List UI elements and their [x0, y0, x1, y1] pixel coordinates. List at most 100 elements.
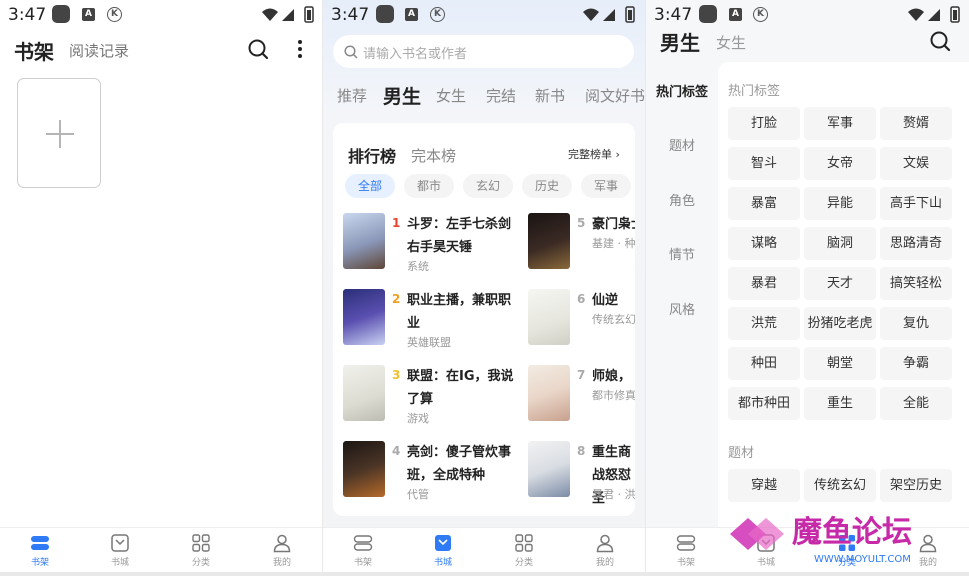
rank-book-item[interactable]: 8 重生商战怒怼圣 暴君 · 洪 — [528, 441, 635, 506]
tab-mine[interactable]: 我的 — [585, 533, 625, 568]
rank-book-item[interactable]: 4 亮剑：傻子管炊事班，全成特种 代管 — [343, 441, 511, 505]
bottom-tab-bar: 书架 书城 分类 我的 — [0, 527, 322, 572]
tag-chip[interactable]: 暴君 — [728, 267, 800, 300]
rank-book-item[interactable]: 2 职业主播，兼职职业 英雄联盟 — [343, 289, 511, 353]
book-title: 师娘， — [592, 369, 632, 384]
reading-history-link[interactable]: 阅读记录 — [69, 40, 129, 61]
filter-chip[interactable]: 玄幻 — [463, 174, 514, 198]
more-options-icon[interactable] — [296, 39, 304, 59]
search-icon[interactable] — [247, 38, 269, 60]
finished-ranking-tab[interactable]: 完本榜 — [411, 145, 456, 166]
rank-book-item[interactable]: 6 仙逆 传统玄幻 — [528, 289, 635, 353]
tab-male[interactable]: 男生 — [383, 82, 421, 109]
tag-chip[interactable]: 女帝 — [804, 147, 876, 180]
tag-chip[interactable]: 思路清奇 — [880, 227, 952, 260]
tag-chip[interactable]: 重生 — [804, 387, 876, 420]
tag-chip[interactable]: 谋略 — [728, 227, 800, 260]
tab-recommend[interactable]: 推荐 — [337, 85, 367, 106]
tag-chip[interactable]: 复仇 — [880, 307, 952, 340]
tag-chip[interactable]: 异能 — [804, 187, 876, 220]
tab-finished[interactable]: 完结 — [486, 85, 516, 106]
tag-chip[interactable]: 朝堂 — [804, 347, 876, 380]
tag-chip[interactable]: 穿越 — [728, 469, 800, 502]
watermark-logo: 魔鱼论坛 WWW.MOYULT.COM — [730, 515, 912, 565]
status-time: 3:47 — [8, 5, 47, 25]
system-icons — [908, 6, 960, 23]
rank-book-item[interactable]: 1 斗罗：左手七杀剑右手昊天锤 系统 — [343, 213, 511, 277]
tag-chip[interactable]: 搞笑轻松 — [880, 267, 952, 300]
filter-chip[interactable]: 历史 — [522, 174, 573, 198]
tag-chip[interactable]: 天才 — [804, 267, 876, 300]
search-input[interactable]: 请输入书名或作者 — [333, 35, 634, 68]
tab-shelf[interactable]: 书架 — [666, 533, 706, 568]
tag-chip[interactable]: 暴富 — [728, 187, 800, 220]
tag-chip[interactable]: 种田 — [728, 347, 800, 380]
k-app-icon: K — [753, 7, 768, 22]
ranking-title[interactable]: 排行榜 — [348, 143, 396, 167]
store-screen: 3:47 A K 请输入书名或作者 推荐 男生 女生 完结 新书 阅文好书 排行… — [323, 0, 645, 572]
tab-store[interactable]: 书城 — [423, 533, 463, 568]
tab-mine[interactable]: 我的 — [262, 533, 302, 568]
tag-chip[interactable]: 洪荒 — [728, 307, 800, 340]
k-app-icon: K — [430, 7, 445, 22]
tag-chip[interactable]: 争霸 — [880, 347, 952, 380]
gender-tab-female[interactable]: 女生 — [716, 32, 746, 53]
full-ranking-link[interactable]: 完整榜单 › — [568, 146, 620, 162]
book-tag: 英雄联盟 — [407, 336, 451, 349]
tag-chip[interactable]: 架空历史 — [880, 469, 952, 502]
tag-chip[interactable]: 扮猪吃老虎 — [804, 307, 876, 340]
tag-chip[interactable]: 军事 — [804, 107, 876, 140]
tag-chip[interactable]: 赘婿 — [880, 107, 952, 140]
sidenav-item[interactable]: 情节 — [646, 244, 718, 263]
tab-category[interactable]: 分类 — [504, 533, 544, 568]
rank-book-item[interactable]: 3 联盟：在IG，我说了算 游戏 — [343, 365, 514, 429]
filter-chip[interactable]: 都市 — [404, 174, 455, 198]
rank-book-item[interactable]: 5 豪门枭士 基建 · 种 — [528, 213, 635, 277]
tab-store[interactable]: 书城 — [100, 533, 140, 568]
status-bar: 3:47 A K — [646, 0, 969, 30]
sidenav-item[interactable]: 角色 — [646, 190, 718, 209]
store-icon — [111, 534, 129, 552]
section-theme: 题材 — [728, 446, 755, 461]
tab-new[interactable]: 新书 — [535, 85, 565, 106]
tag-chip[interactable]: 传统玄幻 — [804, 469, 876, 502]
tag-chip[interactable]: 文娱 — [880, 147, 952, 180]
tab-female[interactable]: 女生 — [436, 85, 466, 106]
tag-chip[interactable]: 都市种田 — [728, 387, 800, 420]
tag-chip[interactable]: 全能 — [880, 387, 952, 420]
tag-chip[interactable]: 高手下山 — [880, 187, 952, 220]
filter-chip[interactable]: 军事 — [581, 174, 632, 198]
category-screen: 3:47 A K 男生 女生 热门标签 题材 角色 情节 风格 热门标签 打脸军… — [646, 0, 969, 572]
book-cover — [343, 213, 385, 269]
add-book-button[interactable] — [17, 78, 101, 188]
notification-icon — [699, 5, 717, 23]
bookshelf-screen: 3:47 A K 书架 阅读记录 书架 书城 分类 我的 — [0, 0, 322, 572]
tab-category[interactable]: 分类 — [181, 533, 221, 568]
sidenav-item[interactable]: 风格 — [646, 299, 718, 318]
watermark-url: WWW.MOYULT.COM — [814, 554, 911, 565]
tab-shelf[interactable]: 书架 — [20, 533, 60, 568]
a-app-icon: A — [405, 8, 418, 21]
gender-tab-male[interactable]: 男生 — [660, 27, 700, 56]
system-icons — [583, 6, 635, 23]
tag-chip[interactable]: 打脸 — [728, 107, 800, 140]
book-cover — [343, 441, 385, 497]
book-tag: 游戏 — [407, 412, 429, 425]
rank-number: 3 — [392, 368, 401, 382]
book-tag: 代管 — [407, 488, 429, 501]
rank-book-item[interactable]: 7 师娘， 都市修真 — [528, 365, 635, 429]
status-time: 3:47 — [654, 5, 693, 25]
tag-chip[interactable]: 智斗 — [728, 147, 800, 180]
status-bar: 3:47 A K — [0, 0, 322, 30]
sidenav-item[interactable]: 热门标签 — [646, 81, 718, 100]
tab-good-books[interactable]: 阅文好书 — [585, 85, 645, 106]
rank-number: 7 — [577, 368, 586, 382]
tag-chip[interactable]: 脑洞 — [804, 227, 876, 260]
tab-shelf[interactable]: 书架 — [343, 533, 383, 568]
book-cover — [528, 289, 570, 345]
search-icon[interactable] — [929, 30, 951, 52]
sidenav-item[interactable]: 题材 — [646, 135, 718, 154]
search-icon — [344, 45, 358, 59]
filter-chip[interactable]: 全部 — [345, 174, 396, 198]
system-icons — [262, 6, 314, 23]
